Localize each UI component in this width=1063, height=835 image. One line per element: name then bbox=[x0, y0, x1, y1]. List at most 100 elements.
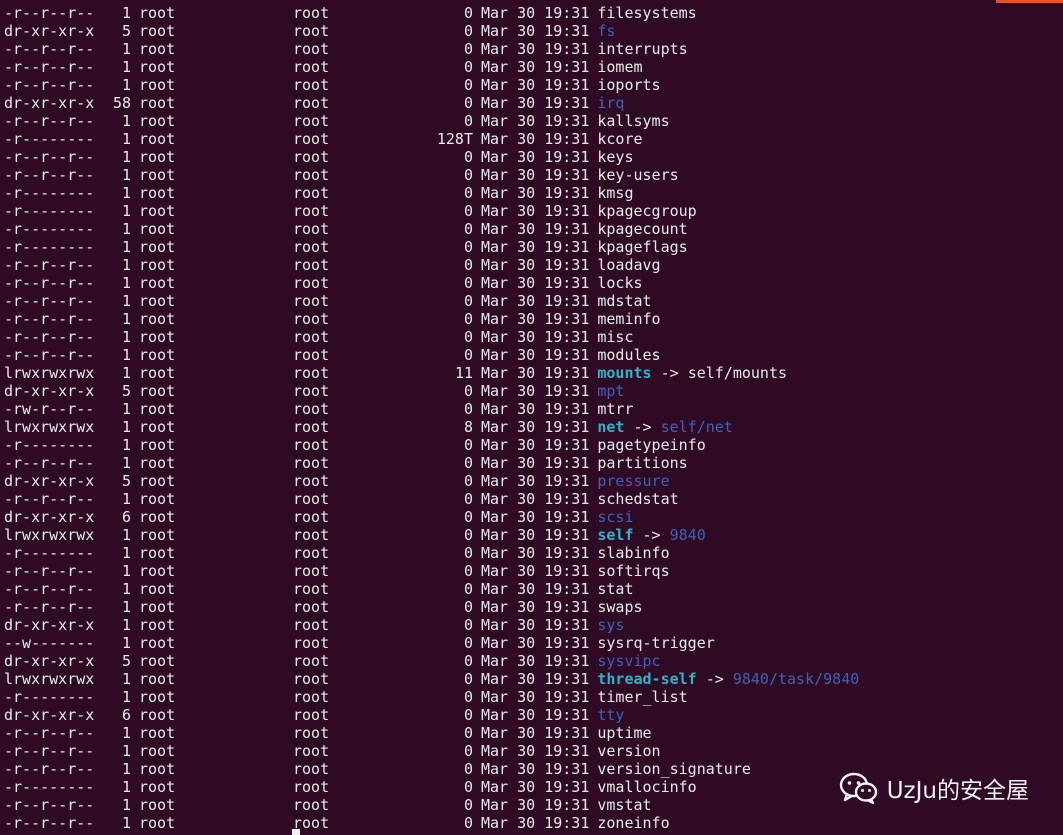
link-count: 1 bbox=[121, 112, 131, 130]
owner: root bbox=[139, 634, 176, 652]
owner: root bbox=[139, 652, 176, 670]
file-name: vmstat bbox=[597, 796, 652, 814]
group: root bbox=[293, 616, 330, 634]
file-size: 0 bbox=[463, 328, 473, 346]
permissions: lrwxrwxrwx bbox=[4, 670, 95, 688]
file-name: ioports bbox=[597, 76, 661, 94]
file-name: slabinfo bbox=[597, 544, 670, 562]
link-count: 1 bbox=[121, 40, 131, 58]
group: root bbox=[293, 454, 330, 472]
permissions: -r-------- bbox=[4, 130, 95, 148]
file-size: 0 bbox=[463, 40, 473, 58]
permissions: -r--r--r-- bbox=[4, 166, 95, 184]
permissions: -r--r--r-- bbox=[4, 724, 95, 742]
file-name: kcore bbox=[597, 130, 643, 148]
permissions: -r--r--r-- bbox=[4, 580, 95, 598]
file-size: 0 bbox=[463, 166, 473, 184]
file-size: 0 bbox=[463, 796, 473, 814]
listing-row: dr-xr-xr-x 5 root root 0 Mar 30 19:31 sysvipc bbox=[4, 652, 859, 670]
file-name: interrupts bbox=[597, 40, 688, 58]
file-name: modules bbox=[597, 346, 661, 364]
file-size: 11 bbox=[454, 364, 473, 382]
link-count: 58 bbox=[112, 94, 131, 112]
modified-date: Mar 30 19:31 bbox=[481, 814, 590, 832]
link-count: 1 bbox=[121, 400, 131, 418]
directory-name: pressure bbox=[597, 472, 670, 490]
file-name: kpageflags bbox=[597, 238, 688, 256]
listing-row: dr-xr-xr-x 1 root root 0 Mar 30 19:31 sys bbox=[4, 616, 859, 634]
file-size: 0 bbox=[463, 634, 473, 652]
listing-row: -r--r--r-- 1 root root 0 Mar 30 19:31 swaps bbox=[4, 598, 859, 616]
file-size: 0 bbox=[463, 346, 473, 364]
link-count: 1 bbox=[121, 634, 131, 652]
permissions: -r--r--r-- bbox=[4, 58, 95, 76]
group: root bbox=[293, 202, 330, 220]
group: root bbox=[293, 598, 330, 616]
symlink-arrow: -> bbox=[624, 418, 661, 436]
owner: root bbox=[139, 400, 176, 418]
file-name: schedstat bbox=[597, 490, 679, 508]
file-name: mtrr bbox=[597, 400, 634, 418]
file-size: 0 bbox=[463, 490, 473, 508]
listing-row: -r--r--r-- 1 root root 0 Mar 30 19:31 iomem bbox=[4, 58, 859, 76]
link-count: 5 bbox=[121, 652, 131, 670]
link-count: 1 bbox=[121, 562, 131, 580]
link-count: 1 bbox=[121, 58, 131, 76]
permissions: dr-xr-xr-x bbox=[4, 94, 95, 112]
directory-name: irq bbox=[597, 94, 625, 112]
permissions: -r--r--r-- bbox=[4, 598, 95, 616]
owner: root bbox=[139, 292, 176, 310]
link-count: 1 bbox=[121, 274, 131, 292]
link-count: 1 bbox=[121, 130, 131, 148]
owner: root bbox=[139, 472, 176, 490]
file-name: stat bbox=[597, 580, 634, 598]
owner: root bbox=[139, 238, 176, 256]
modified-date: Mar 30 19:31 bbox=[481, 382, 590, 400]
modified-date: Mar 30 19:31 bbox=[481, 166, 590, 184]
listing-row: -rw-r--r-- 1 root root 0 Mar 30 19:31 mtrr bbox=[4, 400, 859, 418]
file-name: version_signature bbox=[597, 760, 751, 778]
owner: root bbox=[139, 40, 176, 58]
group: root bbox=[293, 400, 330, 418]
group: root bbox=[293, 382, 330, 400]
permissions: -r--r--r-- bbox=[4, 274, 95, 292]
link-count: 1 bbox=[121, 364, 131, 382]
file-size: 0 bbox=[463, 292, 473, 310]
permissions: -r--r--r-- bbox=[4, 760, 95, 778]
listing-row: -r--r--r-- 1 root root 0 Mar 30 19:31 kallsyms bbox=[4, 112, 859, 130]
file-size: 0 bbox=[463, 238, 473, 256]
link-count: 1 bbox=[121, 580, 131, 598]
permissions: -r-------- bbox=[4, 202, 95, 220]
file-size: 0 bbox=[463, 706, 473, 724]
owner: root bbox=[139, 418, 176, 436]
directory-listing: -r--r--r-- 1 root root 0 Mar 30 19:31 filesyst… bbox=[4, 4, 859, 832]
group: root bbox=[293, 706, 330, 724]
file-name: meminfo bbox=[597, 310, 661, 328]
link-count: 1 bbox=[121, 346, 131, 364]
terminal-window[interactable]: -r--r--r-- 1 root root 0 Mar 30 19:31 filesyst… bbox=[0, 0, 1063, 835]
listing-row: -r-------- 1 root root 0 Mar 30 19:31 pagetype… bbox=[4, 436, 859, 454]
modified-date: Mar 30 19:31 bbox=[481, 310, 590, 328]
link-count: 5 bbox=[121, 22, 131, 40]
listing-row: -r--r--r-- 1 root root 0 Mar 30 19:31 version bbox=[4, 742, 859, 760]
listing-row: -r--r--r-- 1 root root 0 Mar 30 19:31 zoneinfo bbox=[4, 814, 859, 832]
permissions: -r--r--r-- bbox=[4, 742, 95, 760]
permissions: -r--r--r-- bbox=[4, 454, 95, 472]
group: root bbox=[293, 112, 330, 130]
file-size: 0 bbox=[463, 112, 473, 130]
modified-date: Mar 30 19:31 bbox=[481, 76, 590, 94]
link-count: 1 bbox=[121, 76, 131, 94]
permissions: lrwxrwxrwx bbox=[4, 526, 95, 544]
file-size: 0 bbox=[463, 742, 473, 760]
symlink-arrow: -> bbox=[633, 526, 670, 544]
modified-date: Mar 30 19:31 bbox=[481, 292, 590, 310]
link-count: 1 bbox=[121, 292, 131, 310]
listing-row: -r--r--r-- 1 root root 0 Mar 30 19:31 keys bbox=[4, 148, 859, 166]
file-name: timer_list bbox=[597, 688, 688, 706]
file-size: 0 bbox=[463, 544, 473, 562]
modified-date: Mar 30 19:31 bbox=[481, 490, 590, 508]
group: root bbox=[293, 4, 330, 22]
permissions: -r--r--r-- bbox=[4, 346, 95, 364]
listing-row: -r--r--r-- 1 root root 0 Mar 30 19:31 interrup… bbox=[4, 40, 859, 58]
link-count: 1 bbox=[121, 436, 131, 454]
